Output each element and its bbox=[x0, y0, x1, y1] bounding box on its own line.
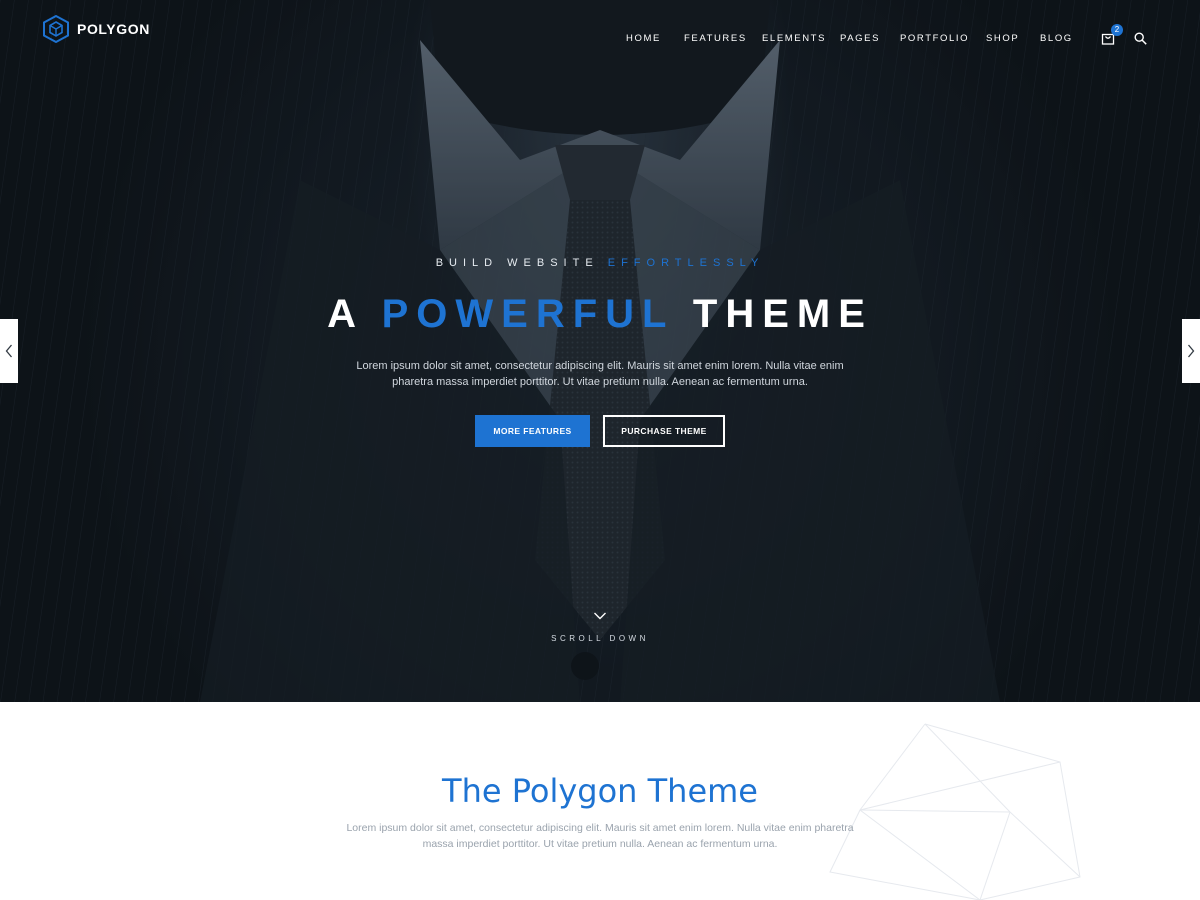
scroll-down-label[interactable]: SCROLL DOWN bbox=[0, 634, 1200, 643]
hero-description: Lorem ipsum dolor sit amet, consectetur … bbox=[356, 360, 844, 388]
purchase-theme-button[interactable]: PURCHASE THEME bbox=[603, 415, 725, 447]
hero-overlay bbox=[0, 0, 1200, 702]
slider-prev-button[interactable] bbox=[0, 319, 18, 383]
nav-item-pages[interactable]: PAGES bbox=[840, 33, 880, 45]
hero-section: POLYGON HOME FEATURES ELEMENTS PAGES POR… bbox=[0, 0, 1200, 702]
nav-item-blog[interactable]: BLOG bbox=[1040, 33, 1073, 45]
hero-kicker-main: BUILD WEBSITE bbox=[435, 257, 608, 269]
search-icon[interactable] bbox=[1134, 32, 1147, 45]
nav-item-features[interactable]: FEATURES bbox=[684, 33, 747, 45]
intro-title: The Polygon Theme bbox=[442, 772, 758, 810]
chevron-left-icon bbox=[5, 344, 12, 358]
chevron-down-icon[interactable] bbox=[593, 611, 607, 621]
slider-next-button[interactable] bbox=[1182, 319, 1200, 383]
nav-item-portfolio[interactable]: PORTFOLIO bbox=[900, 33, 969, 45]
hero-headline-pre: A bbox=[327, 292, 382, 336]
intro-section: The Polygon Theme Lorem ipsum dolor sit … bbox=[0, 702, 1200, 900]
hero-kicker: BUILD WEBSITE EFFORTLESSLY bbox=[0, 257, 1200, 269]
hero-headline-post: THEME bbox=[673, 292, 873, 336]
more-features-button[interactable]: MORE FEATURES bbox=[475, 415, 590, 447]
intro-description: Lorem ipsum dolor sit amet, consectetur … bbox=[346, 822, 854, 850]
nav-item-home[interactable]: HOME bbox=[626, 33, 661, 45]
hero-headline: A POWERFUL THEME bbox=[0, 292, 1200, 337]
nav-item-elements[interactable]: ELEMENTS bbox=[762, 33, 826, 45]
hero-kicker-accent: EFFORTLESSLY bbox=[607, 257, 765, 269]
hero-headline-accent: POWERFUL bbox=[381, 292, 674, 336]
cart-count-badge: 2 bbox=[1111, 24, 1123, 36]
nav-item-shop[interactable]: SHOP bbox=[986, 33, 1019, 45]
chevron-right-icon bbox=[1188, 344, 1195, 358]
main-nav: HOME FEATURES ELEMENTS PAGES PORTFOLIO S… bbox=[0, 33, 1200, 45]
